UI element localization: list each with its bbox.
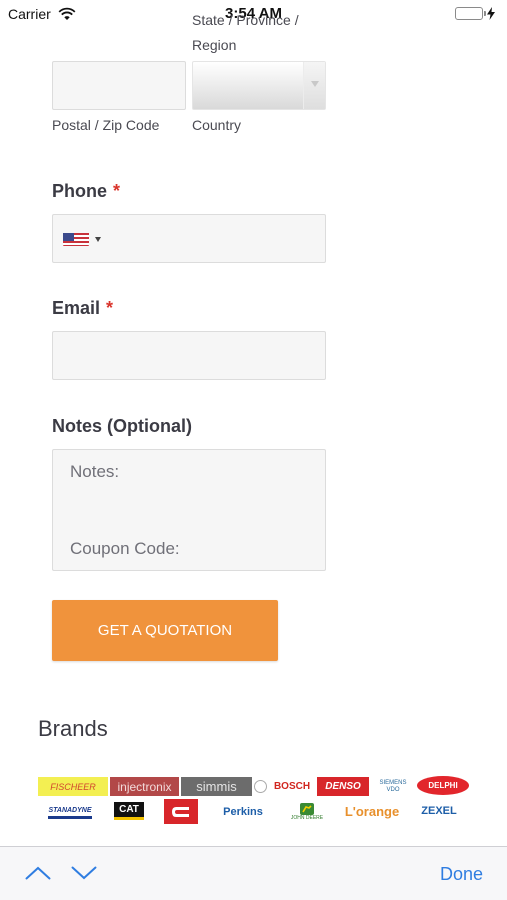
country-code-dropdown-icon[interactable] (95, 237, 101, 242)
email-label: Email * (52, 298, 114, 318)
previous-field-button[interactable] (24, 862, 52, 884)
us-flag-icon[interactable] (63, 232, 89, 246)
injectronix-logo[interactable]: injectronix (110, 777, 179, 796)
stanadyne-logo[interactable]: STANADYNE (48, 805, 92, 819)
postal-code-label: Postal / Zip Code (52, 117, 160, 133)
cummins-logo-icon[interactable] (164, 799, 198, 824)
notes-label: Notes (Optional) (52, 416, 192, 436)
notes-line: Notes: (70, 462, 120, 481)
country-label: Country (192, 117, 242, 133)
next-field-button[interactable] (70, 862, 98, 884)
perkins-logo[interactable]: Perkins (213, 803, 273, 821)
chevron-down-icon (71, 866, 97, 880)
zexel-logo[interactable]: ZEXEL (410, 802, 468, 820)
delphi-logo[interactable]: DELPHI (417, 776, 469, 795)
required-marker: * (106, 298, 114, 318)
get-quotation-button[interactable]: GET A QUOTATION (52, 600, 278, 661)
brands-heading: Brands (38, 716, 108, 741)
john-deere-logo[interactable]: JOHN DEERE (282, 800, 332, 824)
notes-textarea[interactable]: Notes: Coupon Code: (52, 449, 326, 571)
lorange-logo[interactable]: L'orange (341, 801, 403, 821)
keyboard-accessory-toolbar: Done (0, 846, 507, 900)
required-marker: * (113, 181, 121, 201)
battery-icon (455, 7, 495, 20)
phone-label: Phone * (52, 181, 121, 201)
siemens-vdo-logo[interactable]: SIEMENS VDO (374, 777, 412, 796)
country-select[interactable] (192, 61, 326, 110)
bosch-logo[interactable]: BOSCH (270, 777, 314, 796)
simmis-logo[interactable]: simmis (181, 777, 252, 796)
phone-input[interactable] (52, 214, 326, 263)
chevron-up-icon (25, 866, 51, 880)
state-province-label: State / Province / Region (192, 12, 299, 53)
email-input[interactable] (52, 331, 326, 380)
bosch-emblem-icon (254, 780, 267, 793)
denso-logo[interactable]: DENSO (317, 777, 369, 796)
chevron-down-icon (303, 62, 325, 109)
deer-icon (300, 803, 314, 815)
fischeer-logo[interactable]: FISCHEER (38, 777, 108, 796)
coupon-code-line: Coupon Code: (70, 539, 180, 558)
postal-code-input[interactable] (52, 61, 186, 110)
cat-logo[interactable]: CAT (114, 802, 144, 820)
done-button[interactable]: Done (440, 864, 483, 885)
